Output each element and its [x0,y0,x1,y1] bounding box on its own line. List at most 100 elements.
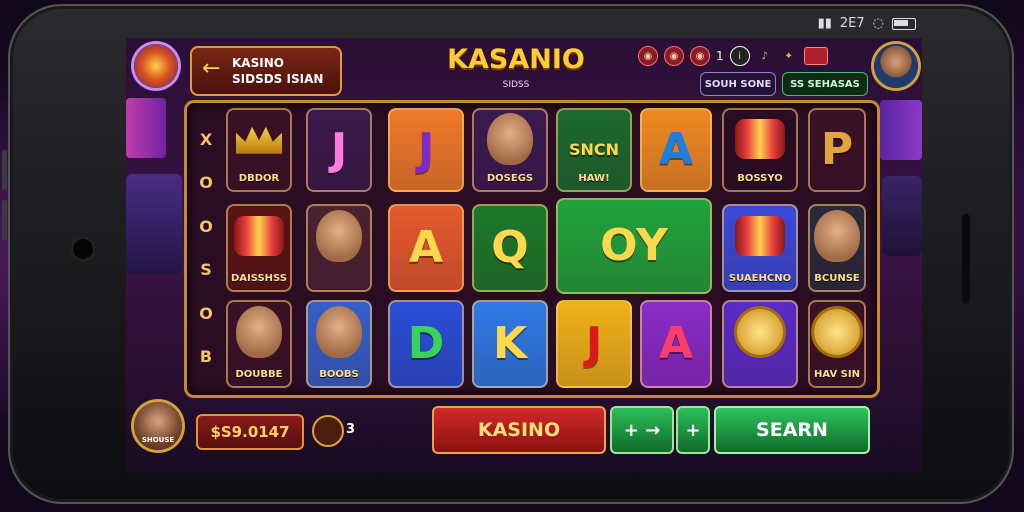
tile-caption: BOSSYO [737,173,783,184]
slot-tile[interactable]: J [388,108,464,192]
back-button[interactable]: ← KASINO SIDSDS ISIAN [190,46,342,96]
search-button[interactable]: SEARN [714,406,870,454]
payline-marker: O [199,216,213,236]
game-screen: ← KASINO SIDSDS ISIAN KASANIO SIDSS ◉ ◉ … [126,38,922,472]
coin-icon [737,309,783,356]
slot-tile[interactable]: SNCN HAW! [556,108,632,192]
tile-caption: HAV SIN [814,369,860,380]
back-label-line1: KASINO [232,56,284,70]
tile-symbol: D [407,318,445,369]
slot-tile[interactable]: DOUBBE [226,300,292,388]
slot-tile[interactable]: J [556,300,632,388]
tile-symbol: K [492,318,528,369]
neon-sign-right [880,100,922,160]
top-counter: 1 [716,49,724,63]
bet-increase-button[interactable]: + → [610,406,674,454]
pill-button-right[interactable]: SS SEHASAS [782,72,868,96]
character-portrait [236,306,282,359]
payline-marker: B [199,346,213,366]
alarm-icon: ◌ [872,16,884,31]
status-time: 2E7 [839,16,865,31]
chip-icon[interactable]: ◉ [638,46,658,66]
pill-button-left[interactable]: SOUH SONE [700,72,776,96]
back-label-line2: SIDSDS ISIAN [232,72,324,86]
volume-button [2,200,7,240]
tile-caption: DAISSHSS [230,273,288,284]
tile-symbol: P [820,124,854,175]
tile-symbol: Q [491,222,529,273]
slot-tile[interactable]: BOSSYO [722,108,798,192]
tile-caption: DOSEGS [486,173,534,184]
status-bar: ▮▮ 2E7 ◌ [818,16,916,31]
coin-icon[interactable] [312,415,344,447]
tile-symbol: A [408,222,444,273]
chip-icon[interactable]: ◉ [664,46,684,66]
character-portrait [487,112,533,165]
tile-caption: BCUNSE [814,273,860,284]
game-title: KASANIO [447,44,585,75]
battery-icon [892,17,916,30]
slot-machine-decor-left [126,174,182,274]
casino-badge-logo[interactable] [134,44,178,88]
character-portrait [316,306,362,359]
drum-icon [735,118,785,159]
character-portrait [814,210,860,263]
slot-tile[interactable]: J [306,108,372,192]
slot-tile[interactable]: OY [556,198,712,294]
tile-symbol: SNCN [568,140,620,159]
tile-caption: BOOBS [319,369,359,380]
camera [70,236,96,262]
slot-tile[interactable]: HAV SIN [808,300,866,388]
tile-caption: DOUBBE [235,369,283,380]
tile-symbol: OY [600,220,668,271]
tile-caption: DBDOR [238,173,280,184]
slot-tile[interactable] [722,300,798,388]
settings-icon[interactable]: ✦ [780,47,798,65]
tile-caption: SUAEHCNO [728,273,792,284]
volume-button [2,150,7,190]
top-icon-row: ◉ ◉ ◉ 1 i ♪ ✦ [638,46,828,66]
payline-marker: S [200,260,212,280]
slot-tile[interactable]: P [808,108,866,192]
player-name: SHOUSE [141,436,175,444]
tile-symbol: J [417,124,435,175]
kasino-button[interactable]: KASINO [432,406,606,454]
drum-icon [735,216,785,257]
menu-icon[interactable] [803,47,828,65]
payline-marker: O [199,173,213,193]
coin-icon [814,309,860,356]
slot-tile[interactable]: DBDOR [226,108,292,192]
info-icon[interactable]: i [729,46,750,66]
tile-symbol: J [330,124,348,175]
slot-tile[interactable]: DOSEGS [472,108,548,192]
slot-tile[interactable]: Q [472,204,548,292]
plus-button[interactable]: + [676,406,710,454]
balance-display: $S9.0147 [196,414,304,450]
slot-tile[interactable]: BOOBS [306,300,372,388]
sound-icon[interactable]: ♪ [756,47,774,65]
tile-symbol: A [658,318,694,369]
slot-machine-decor-right [882,176,922,256]
slot-tile[interactable]: A [388,204,464,292]
profile-avatar[interactable] [874,44,918,88]
slot-tile[interactable]: D [388,300,464,388]
slot-tile[interactable]: K [472,300,548,388]
tile-symbol: J [585,318,603,369]
payline-marker: O [199,303,213,323]
slot-tile[interactable]: DAISSHSS [226,204,292,292]
slot-tile[interactable]: BCUNSE [808,204,866,292]
game-subtitle: SIDSS [502,80,530,90]
slot-tile[interactable]: A [640,300,712,388]
arrow-left-icon: ← [202,56,221,81]
drum-icon [234,216,284,257]
chip-icon[interactable]: ◉ [690,46,710,66]
slot-tile[interactable]: SUAEHCNO [722,204,798,292]
payline-marker: X [199,130,213,149]
slot-tile[interactable] [306,204,372,292]
slot-tile[interactable]: A [640,108,712,192]
payline-markers: X O O S O B [190,130,222,366]
character-portrait [316,210,362,263]
coin-count: 3 [346,422,356,437]
crown-icon [236,126,282,154]
speaker [962,214,970,304]
